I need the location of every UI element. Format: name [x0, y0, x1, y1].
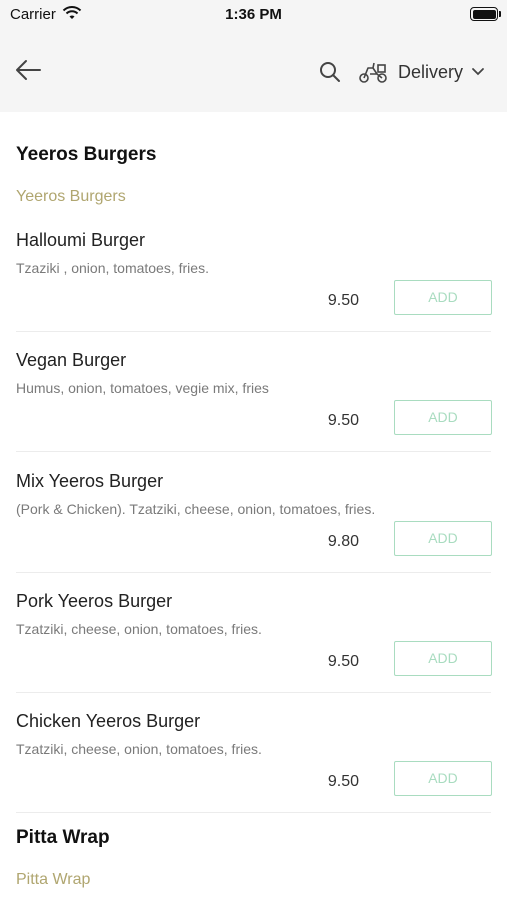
item-price: 9.80: [327, 533, 359, 550]
section-title: Yeeros Burgers: [16, 144, 157, 165]
item-name: Mix Yeeros Burger: [16, 471, 164, 491]
item-name: Halloumi Burger: [16, 230, 146, 250]
nav-bar: Delivery: [0, 30, 507, 112]
section-subtitle: Pitta Wrap: [16, 871, 91, 888]
clock: 1:36 PM: [225, 6, 282, 23]
section-title: Pitta Wrap: [16, 827, 110, 848]
item-price: 9.50: [327, 292, 359, 309]
item-price: 9.50: [327, 653, 359, 670]
delivery-label: Delivery: [398, 61, 464, 82]
add-button[interactable]: ADD: [394, 521, 492, 556]
battery-icon: [470, 7, 498, 21]
battery-tip: [499, 11, 501, 17]
section-subtitle: Yeeros Burgers: [16, 188, 126, 205]
item-price: 9.50: [327, 773, 359, 790]
add-button[interactable]: ADD: [394, 400, 492, 435]
add-button[interactable]: ADD: [394, 280, 492, 315]
item-description: Humus, onion, tomatoes, vegie mix, fries: [16, 380, 269, 396]
item-divider: [16, 451, 491, 452]
item-name: Vegan Burger: [16, 350, 127, 370]
item-divider: [16, 572, 491, 573]
item-description: Tzatziki, cheese, onion, tomatoes, fries…: [16, 741, 262, 757]
item-name: Pork Yeeros Burger: [16, 591, 173, 611]
back-arrow-icon[interactable]: [14, 58, 42, 82]
menu-item[interactable]: Pork Yeeros Burger Tzatziki, cheese, oni…: [0, 591, 507, 711]
item-name: Chicken Yeeros Burger: [16, 711, 201, 731]
item-divider: [16, 812, 491, 813]
menu-item[interactable]: Halloumi Burger Tzaziki , onion, tomatoe…: [0, 230, 507, 350]
item-description: (Pork & Chicken). Tzatziki, cheese, onio…: [16, 501, 376, 517]
item-description: Tzatziki, cheese, onion, tomatoes, fries…: [16, 621, 262, 637]
chevron-down-icon: [472, 68, 484, 76]
scooter-icon: [359, 62, 387, 83]
menu-item[interactable]: Vegan Burger Humus, onion, tomatoes, veg…: [0, 350, 507, 470]
item-price: 9.50: [327, 412, 359, 429]
menu-item[interactable]: Chicken Yeeros Burger Tzatziki, cheese, …: [0, 711, 507, 831]
item-divider: [16, 692, 491, 693]
item-divider: [16, 331, 491, 332]
search-icon[interactable]: [318, 60, 342, 84]
item-description: Tzaziki , onion, tomatoes, fries.: [16, 260, 209, 276]
status-bar: Carrier 1:36 PM: [0, 0, 507, 30]
add-button[interactable]: ADD: [394, 641, 492, 676]
delivery-mode-selector[interactable]: Delivery: [358, 56, 485, 88]
add-button[interactable]: ADD: [394, 761, 492, 796]
menu-item[interactable]: Mix Yeeros Burger (Pork & Chicken). Tzat…: [0, 471, 507, 591]
